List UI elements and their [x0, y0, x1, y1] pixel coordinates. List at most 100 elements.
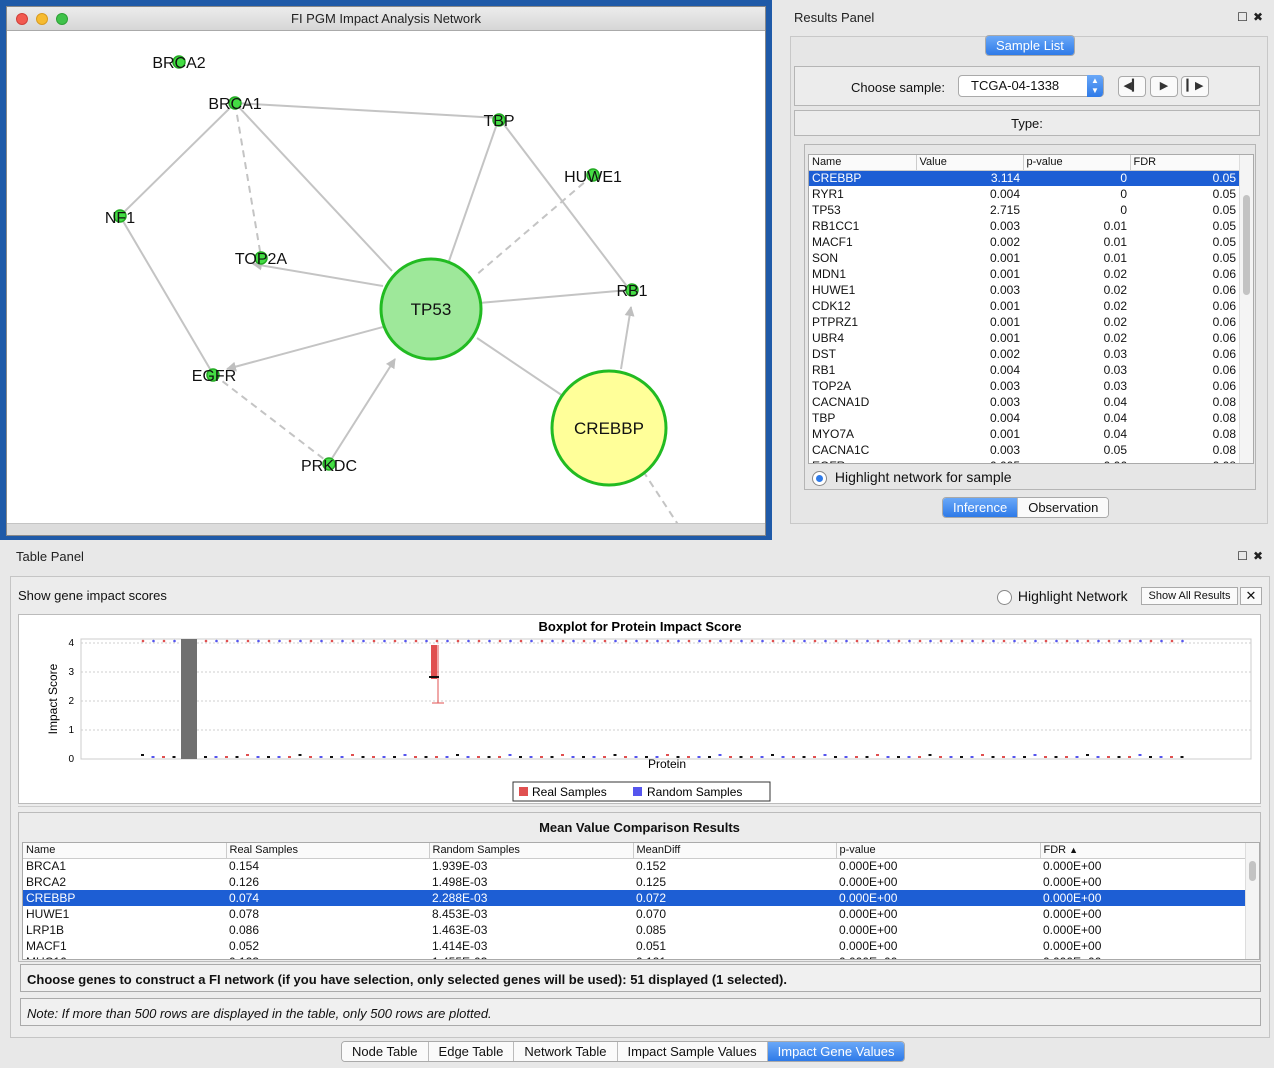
column-header-pvalue[interactable]: p-value [1023, 155, 1131, 171]
node-huwe1[interactable]: HUWE1 [564, 168, 622, 186]
node-top2a[interactable]: TOP2A [235, 251, 288, 268]
next-sample-button[interactable]: ▶ [1150, 76, 1178, 97]
tab-network-table[interactable]: Network Table [514, 1042, 618, 1061]
table-row[interactable]: RB1 0.004 0.03 0.06 [809, 362, 1239, 378]
table-row[interactable]: DST 0.002 0.03 0.06 [809, 346, 1239, 362]
edge-tp53-rb1[interactable] [478, 289, 630, 304]
radio-selected-icon[interactable] [812, 470, 827, 486]
network-titlebar[interactable]: FI PGM Impact Analysis Network [7, 7, 765, 31]
baseline-box-marker [519, 756, 522, 758]
table-row[interactable]: RB1CC1 0.003 0.01 0.05 [809, 218, 1239, 234]
column-header-meandiff[interactable]: MeanDiff [633, 843, 837, 859]
table-row[interactable]: CACNA1C 0.003 0.05 0.08 [809, 442, 1239, 458]
table-row[interactable]: TBP 0.004 0.04 0.08 [809, 410, 1239, 426]
node-brca1[interactable]: BRCA1 [208, 96, 261, 113]
node-crebbp[interactable]: CREBBP [550, 369, 668, 487]
close-panel-icon[interactable]: ✖ [1253, 549, 1268, 563]
edge-huwe1-tp53[interactable] [474, 174, 594, 277]
node-brca2[interactable]: BRCA2 [152, 55, 205, 72]
table-row[interactable]: UBR4 0.001 0.02 0.06 [809, 330, 1239, 346]
column-header-pvalue[interactable]: p-value [836, 843, 1041, 859]
node-egfr[interactable]: EGFR [192, 368, 236, 385]
edge-crebbp-rb1[interactable] [620, 306, 635, 370]
table-row[interactable]: LRP1B 0.086 1.463E-03 0.085 0.000E+00 0.000E+… [23, 922, 1245, 938]
table-row[interactable]: PTPRZ1 0.001 0.02 0.06 [809, 314, 1239, 330]
column-header-value[interactable]: Value [916, 155, 1024, 171]
clear-filter-button[interactable]: ✕ [1240, 587, 1262, 605]
table-row[interactable]: MUC160.1231.455E-030.1210.000E+000.000E+… [23, 954, 1245, 959]
show-all-results-button[interactable]: Show All Results [1141, 587, 1238, 605]
edge-tp53-crebbp[interactable] [476, 337, 564, 397]
table-row[interactable]: MDN1 0.001 0.02 0.06 [809, 266, 1239, 282]
box-tall-random[interactable] [181, 639, 197, 759]
table-row[interactable]: RYR1 0.004 0 0.05 [809, 186, 1239, 202]
tab-observation[interactable]: Observation [1018, 498, 1109, 517]
tab-impact-gene-values[interactable]: Impact Gene Values [767, 1042, 905, 1061]
table-cell: 0.000E+00 [839, 907, 898, 921]
column-header-real[interactable]: Real Samples [226, 843, 430, 859]
edge-egfr-prkdc[interactable] [212, 373, 330, 464]
network-canvas[interactable]: TP53 CREBBP BRCA2 BRCA1 TBP HUWE1 NF1 TO… [7, 31, 765, 526]
scrollbar-thumb[interactable] [1249, 861, 1256, 881]
edge-tbp-rb1[interactable] [498, 117, 630, 290]
table-row[interactable]: MACF1 0.052 1.414E-03 0.051 0.000E+00 0.000E+… [23, 938, 1245, 954]
table-row[interactable]: CDK12 0.001 0.02 0.06 [809, 298, 1239, 314]
box-real[interactable] [431, 645, 437, 679]
edge-prkdc-tp53[interactable] [328, 358, 396, 464]
table-row[interactable]: MYO7A 0.001 0.04 0.08 [809, 426, 1239, 442]
edge-tbp-tp53[interactable] [448, 117, 500, 262]
table-row[interactable]: CACNA1D 0.003 0.04 0.08 [809, 394, 1239, 410]
scrollbar-thumb[interactable] [1243, 195, 1250, 295]
table-row[interactable]: HUWE1 0.003 0.02 0.06 [809, 282, 1239, 298]
table-row[interactable]: SON 0.001 0.01 0.05 [809, 250, 1239, 266]
tab-sample-list[interactable]: Sample List [986, 36, 1074, 55]
node-tbp[interactable]: TBP [483, 113, 514, 130]
last-sample-button[interactable]: ▎▶ [1181, 76, 1209, 97]
sample-select[interactable]: TCGA-04-1338 ▲ ▼ [958, 75, 1104, 97]
column-header-name[interactable]: Name [809, 155, 917, 171]
edge-tp53-egfr[interactable] [226, 326, 384, 372]
table-row[interactable]: BRCA1 0.154 1.939E-03 0.152 0.000E+00 0.000E+… [23, 858, 1245, 874]
float-panel-icon[interactable]: ☐ [1237, 549, 1253, 563]
node-rb1[interactable]: RB1 [616, 283, 647, 300]
node-tp53[interactable]: TP53 [379, 257, 483, 361]
edge-brca1-tbp[interactable] [234, 102, 500, 119]
sample-result-table[interactable]: Name Value p-value FDR CREBBP 3.114 0 0.05 R… [808, 154, 1254, 464]
highlight-sample-option[interactable]: Highlight network for sample [812, 469, 1012, 486]
float-panel-icon[interactable]: ☐ [1237, 10, 1253, 24]
tab-inference[interactable]: Inference [943, 498, 1019, 517]
table-row[interactable]: CREBBP 0.074 2.288E-03 0.072 0.000E+00 0.000E… [23, 890, 1245, 906]
node-nf1[interactable]: NF1 [105, 209, 135, 227]
edge-crebbp-offscreen[interactable] [642, 470, 680, 526]
minimize-window-icon[interactable] [36, 13, 48, 25]
edge-brca1-nf1[interactable] [119, 102, 236, 217]
radio-unselected-icon[interactable] [997, 589, 1012, 605]
sample-result-scrollbar[interactable] [1239, 155, 1253, 463]
column-header-fdr[interactable]: FDR ▲ [1040, 843, 1246, 859]
tab-impact-sample-values[interactable]: Impact Sample Values [617, 1042, 768, 1061]
mean-value-scrollbar[interactable] [1245, 843, 1259, 959]
previous-sample-button[interactable]: ◀▎ [1118, 76, 1146, 97]
zoom-window-icon[interactable] [56, 13, 68, 25]
chevron-updown-icon[interactable]: ▲ ▼ [1087, 75, 1103, 97]
column-header-name[interactable]: Name [23, 843, 227, 859]
boxplot-chart[interactable]: Boxplot for Protein Impact Score 0 1 2 3… [19, 615, 1262, 805]
table-row[interactable]: TP53 2.715 0 0.05 [809, 202, 1239, 218]
column-header-fdr[interactable]: FDR [1130, 155, 1240, 171]
close-window-icon[interactable] [16, 13, 28, 25]
edge-nf1-egfr[interactable] [119, 215, 214, 375]
highlight-network-option[interactable]: Highlight Network [997, 588, 1128, 605]
table-row[interactable]: EGFR0.0050.060.08 [809, 458, 1239, 463]
network-graph[interactable]: TP53 CREBBP BRCA2 BRCA1 TBP HUWE1 NF1 TO… [7, 31, 765, 526]
close-panel-icon[interactable]: ✖ [1253, 10, 1268, 24]
tab-edge-table[interactable]: Edge Table [428, 1042, 515, 1061]
node-prkdc[interactable]: PRKDC [301, 457, 357, 475]
mean-value-table[interactable]: Name Real Samples Random Samples MeanDif… [22, 842, 1260, 960]
tab-node-table[interactable]: Node Table [342, 1042, 429, 1061]
column-header-random[interactable]: Random Samples [429, 843, 634, 859]
table-row[interactable]: HUWE1 0.078 8.453E-03 0.070 0.000E+00 0.000E+… [23, 906, 1245, 922]
table-row[interactable]: CREBBP 3.114 0 0.05 [809, 170, 1239, 186]
table-row[interactable]: TOP2A 0.003 0.03 0.06 [809, 378, 1239, 394]
table-row[interactable]: BRCA2 0.126 1.498E-03 0.125 0.000E+00 0.000E+… [23, 874, 1245, 890]
table-row[interactable]: MACF1 0.002 0.01 0.05 [809, 234, 1239, 250]
